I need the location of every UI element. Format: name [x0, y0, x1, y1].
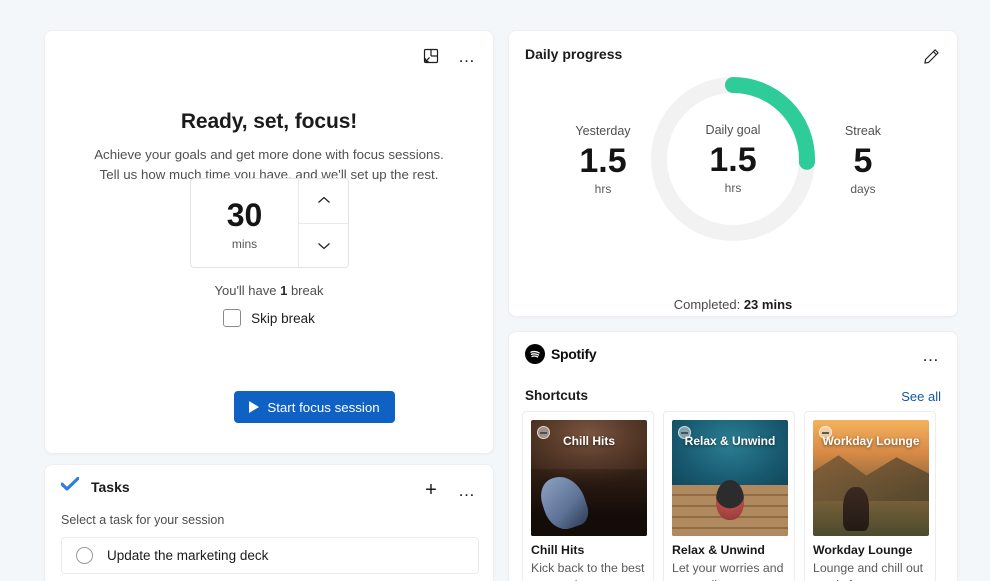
spotify-brand-label: Spotify: [551, 346, 597, 362]
tasks-actions: + …: [415, 475, 483, 505]
playlist-art-title: Relax & Unwind: [684, 434, 776, 448]
playlist-artwork: Relax & Unwind: [672, 420, 788, 536]
daily-goal-center: Daily goal 1.5 hrs: [645, 71, 821, 247]
spotify-logo-icon: [525, 344, 545, 364]
skip-break-row[interactable]: Skip break: [45, 309, 493, 327]
spotify-more-dots: …: [922, 345, 940, 365]
tasks-header: Tasks: [60, 476, 130, 496]
chevron-down-icon[interactable]: [299, 223, 348, 267]
spotify-header: Spotify: [525, 344, 597, 364]
tasks-more-dots: …: [458, 480, 476, 500]
break-note-suffix: break: [287, 283, 324, 298]
daily-progress-title: Daily progress: [525, 46, 623, 62]
focus-session-card: … Ready, set, focus! Achieve your goals …: [44, 30, 494, 454]
playlist-artwork: Chill Hits: [531, 420, 647, 536]
open-in-new-window-icon[interactable]: [415, 41, 447, 71]
playlist-card-relax-unwind[interactable]: Relax & Unwind Relax & Unwind Let your w…: [663, 411, 795, 581]
focus-sessions-page: … Ready, set, focus! Achieve your goals …: [0, 0, 990, 581]
stat-streak-value: 5: [853, 142, 873, 180]
completed-summary: Completed: 23 mins: [509, 297, 957, 312]
plus-icon: +: [425, 479, 437, 501]
playlist-description: Let your worries and cares slip away.: [672, 561, 784, 581]
skip-break-checkbox[interactable]: [223, 309, 242, 327]
focus-more-options-icon[interactable]: …: [451, 41, 483, 71]
spotify-card: Spotify … Shortcuts See all Chill Hits C…: [508, 331, 958, 581]
tasks-card: Tasks + … Select a task for your session…: [44, 464, 494, 581]
start-focus-session-label: Start focus session: [267, 399, 380, 415]
focus-subtitle-line1: Achieve your goals and get more done wit…: [94, 147, 444, 162]
focus-card-actions: …: [415, 41, 483, 71]
duration-display[interactable]: 30 mins: [191, 179, 299, 267]
daily-progress-actions: [915, 41, 947, 71]
tasks-hint: Select a task for your session: [61, 513, 225, 527]
todo-check-icon: [60, 476, 80, 496]
daily-goal-label: Daily goal: [705, 122, 761, 137]
stat-streak-unit: days: [850, 182, 876, 197]
playlist-description: Kick back to the best new and rece: [531, 561, 645, 581]
play-icon: [249, 401, 260, 413]
playlist-art-title: Workday Lounge: [822, 434, 920, 448]
shortcuts-title: Shortcuts: [525, 388, 589, 403]
chevron-up-icon[interactable]: [299, 179, 348, 224]
duration-stepper[interactable]: 30 mins: [190, 178, 349, 268]
add-task-button[interactable]: +: [415, 475, 447, 505]
playlist-card-chill-hits[interactable]: Chill Hits Chill Hits Kick back to the b…: [522, 411, 654, 581]
break-note-prefix: You'll have: [214, 283, 281, 298]
break-note: You'll have 1 break: [45, 283, 493, 298]
duration-unit: mins: [231, 236, 258, 251]
playlist-card-workday-lounge[interactable]: Workday Lounge Workday Lounge Lounge and…: [804, 411, 936, 581]
playlist-name: Chill Hits: [531, 543, 585, 557]
completed-value: 23 mins: [743, 297, 793, 312]
playlist-description: Lounge and chill out music for your wor: [813, 561, 924, 581]
spotify-actions: …: [915, 340, 947, 370]
completed-label: Completed:: [673, 297, 744, 312]
daily-progress-card: Daily progress Daily goal 1.5 hrs Yester…: [508, 30, 958, 317]
tasks-more-options-icon[interactable]: …: [451, 475, 483, 505]
tasks-title: Tasks: [91, 478, 130, 495]
task-list-item[interactable]: Update the marketing deck: [61, 537, 479, 574]
duration-value: 30: [226, 197, 263, 234]
task-label: Update the marketing deck: [107, 548, 269, 563]
playlist-art-title: Chill Hits: [562, 434, 615, 448]
duration-arrows: [299, 179, 348, 267]
start-focus-session-button[interactable]: Start focus session: [234, 391, 395, 423]
see-all-link[interactable]: See all: [901, 389, 941, 404]
stat-streak: Streak 5 days: [803, 124, 923, 196]
daily-goal-unit: hrs: [724, 181, 742, 196]
focus-more-dots: …: [458, 46, 476, 66]
task-complete-radio-icon[interactable]: [76, 547, 93, 564]
playlist-name: Relax & Unwind: [672, 543, 765, 557]
stat-streak-label: Streak: [844, 124, 882, 138]
daily-goal-value: 1.5: [709, 140, 757, 179]
focus-title: Ready, set, focus!: [180, 110, 358, 133]
skip-break-label: Skip break: [251, 310, 315, 326]
spotify-more-options-icon[interactable]: …: [915, 340, 947, 370]
playlist-grid: Chill Hits Chill Hits Kick back to the b…: [522, 411, 936, 581]
daily-goal-ring: Daily goal 1.5 hrs: [645, 71, 821, 247]
playlist-name: Workday Lounge: [813, 543, 913, 557]
pencil-icon[interactable]: [915, 41, 947, 71]
playlist-artwork: Workday Lounge: [813, 420, 929, 536]
